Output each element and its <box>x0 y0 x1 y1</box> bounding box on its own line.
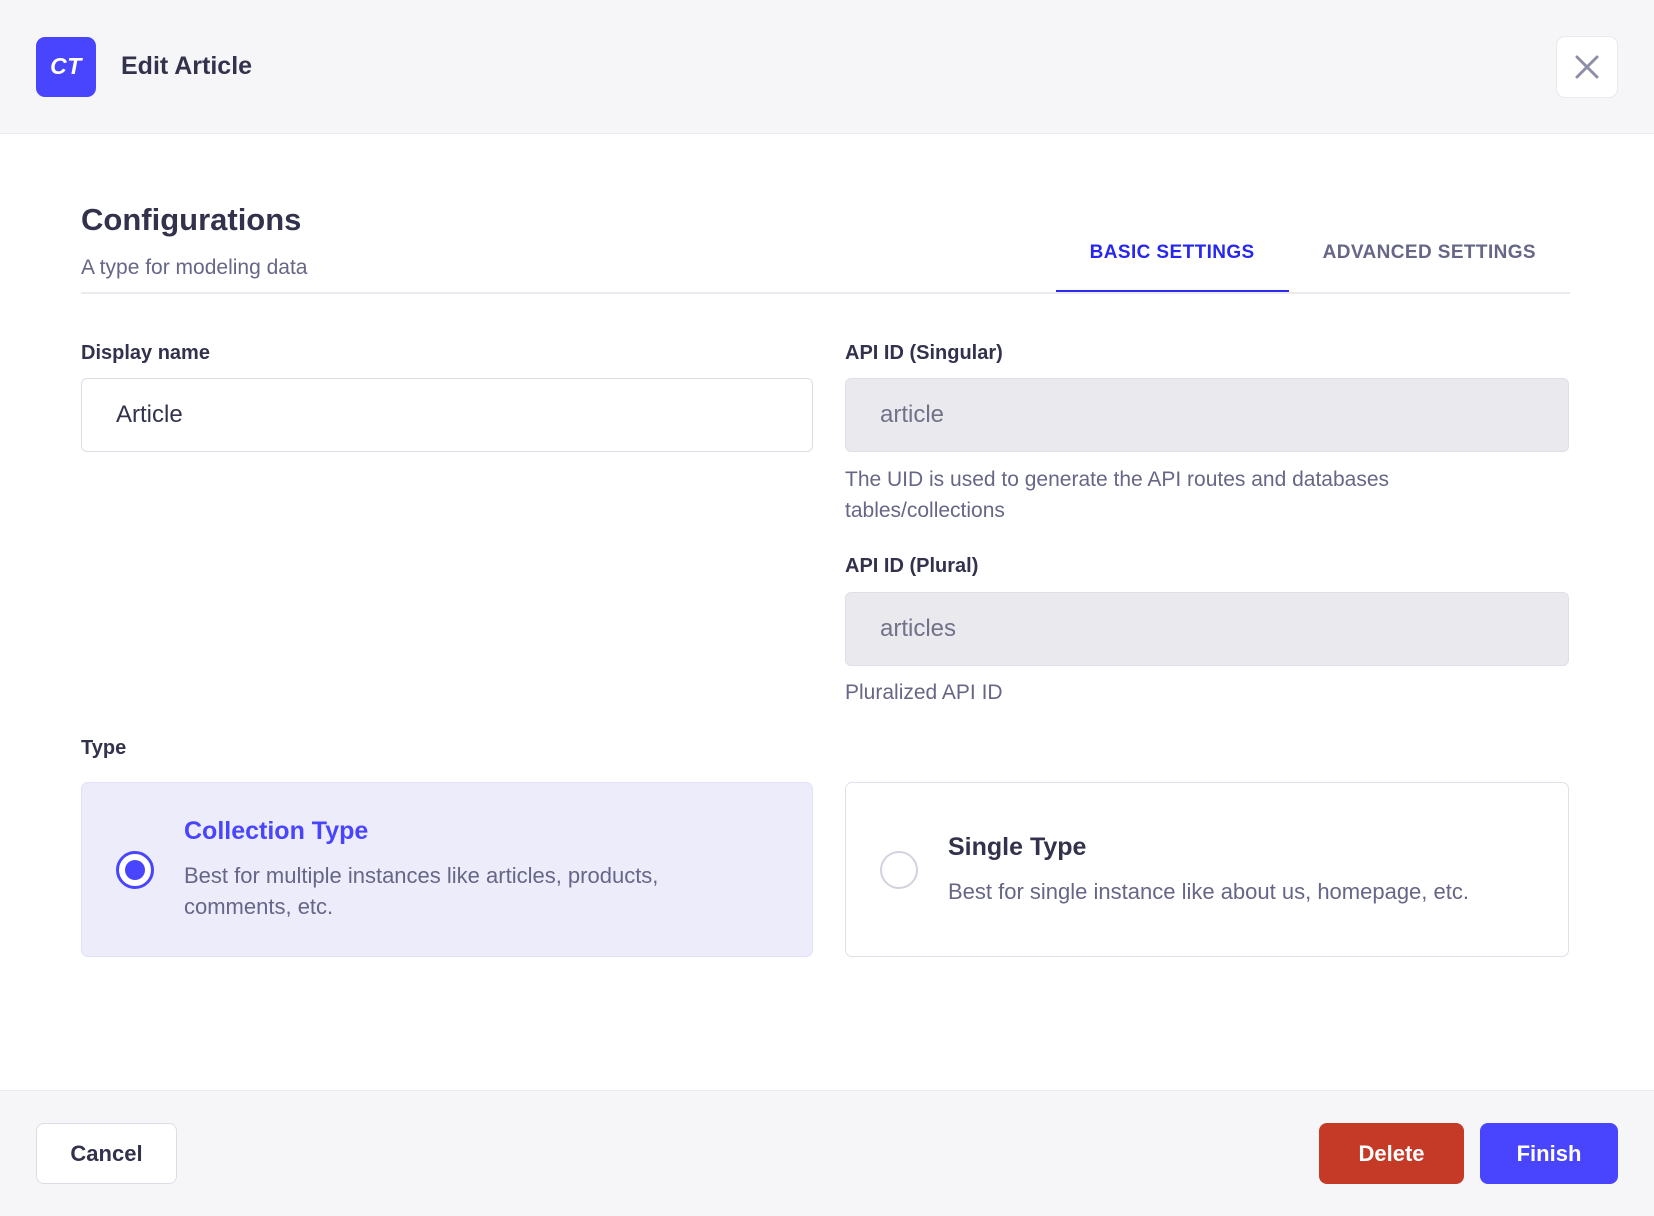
section-divider <box>81 292 1570 294</box>
close-button[interactable] <box>1556 35 1618 98</box>
tab-advanced-settings[interactable]: ADVANCED SETTINGS <box>1289 230 1570 294</box>
tab-basic-settings[interactable]: BASIC SETTINGS <box>1055 230 1289 294</box>
collection-type-text: Collection Type Best for multiple instan… <box>184 817 732 922</box>
display-name-label: Display name <box>81 342 210 364</box>
api-id-singular-label: API ID (Singular) <box>845 342 1003 364</box>
api-id-plural-label: API ID (Plural) <box>845 555 979 577</box>
single-type-text: Single Type Best for single instance lik… <box>948 833 1469 907</box>
page-subtitle: A type for modeling data <box>81 256 308 279</box>
collection-type-card[interactable]: Collection Type Best for multiple instan… <box>81 782 813 957</box>
api-id-singular-help: The UID is used to generate the API rout… <box>845 468 1390 522</box>
collection-type-radio[interactable] <box>116 850 154 889</box>
api-id-plural-help: Pluralized API ID <box>845 681 1003 704</box>
api-id-plural-input <box>845 592 1569 666</box>
single-type-title: Single Type <box>948 832 1087 861</box>
finish-button[interactable]: Finish <box>1480 1123 1618 1184</box>
modal-body: Configurations A type for modeling data … <box>0 134 1654 1090</box>
api-id-singular-input <box>845 378 1569 452</box>
collection-type-description: Best for multiple instances like article… <box>184 863 659 919</box>
type-label: Type <box>81 737 127 759</box>
delete-button[interactable]: Delete <box>1319 1123 1464 1184</box>
modal-header: CT Edit Article <box>0 0 1654 134</box>
modal-title: Edit Article <box>121 52 253 80</box>
edit-article-modal: CT Edit Article Configurations A type fo… <box>0 0 1654 1216</box>
collection-type-title: Collection Type <box>184 817 369 845</box>
single-type-radio[interactable] <box>880 850 918 889</box>
cancel-button[interactable]: Cancel <box>36 1123 177 1184</box>
close-icon <box>1575 55 1599 78</box>
page-title: Configurations <box>81 202 302 237</box>
modal-footer: Cancel Delete Finish <box>0 1090 1654 1216</box>
display-name-input[interactable] <box>81 378 813 452</box>
content-type-badge: CT <box>36 36 96 97</box>
single-type-description: Best for single instance like about us, … <box>948 878 1469 904</box>
settings-tabs: BASIC SETTINGS ADVANCED SETTINGS <box>1055 230 1570 294</box>
single-type-card[interactable]: Single Type Best for single instance lik… <box>845 782 1569 957</box>
